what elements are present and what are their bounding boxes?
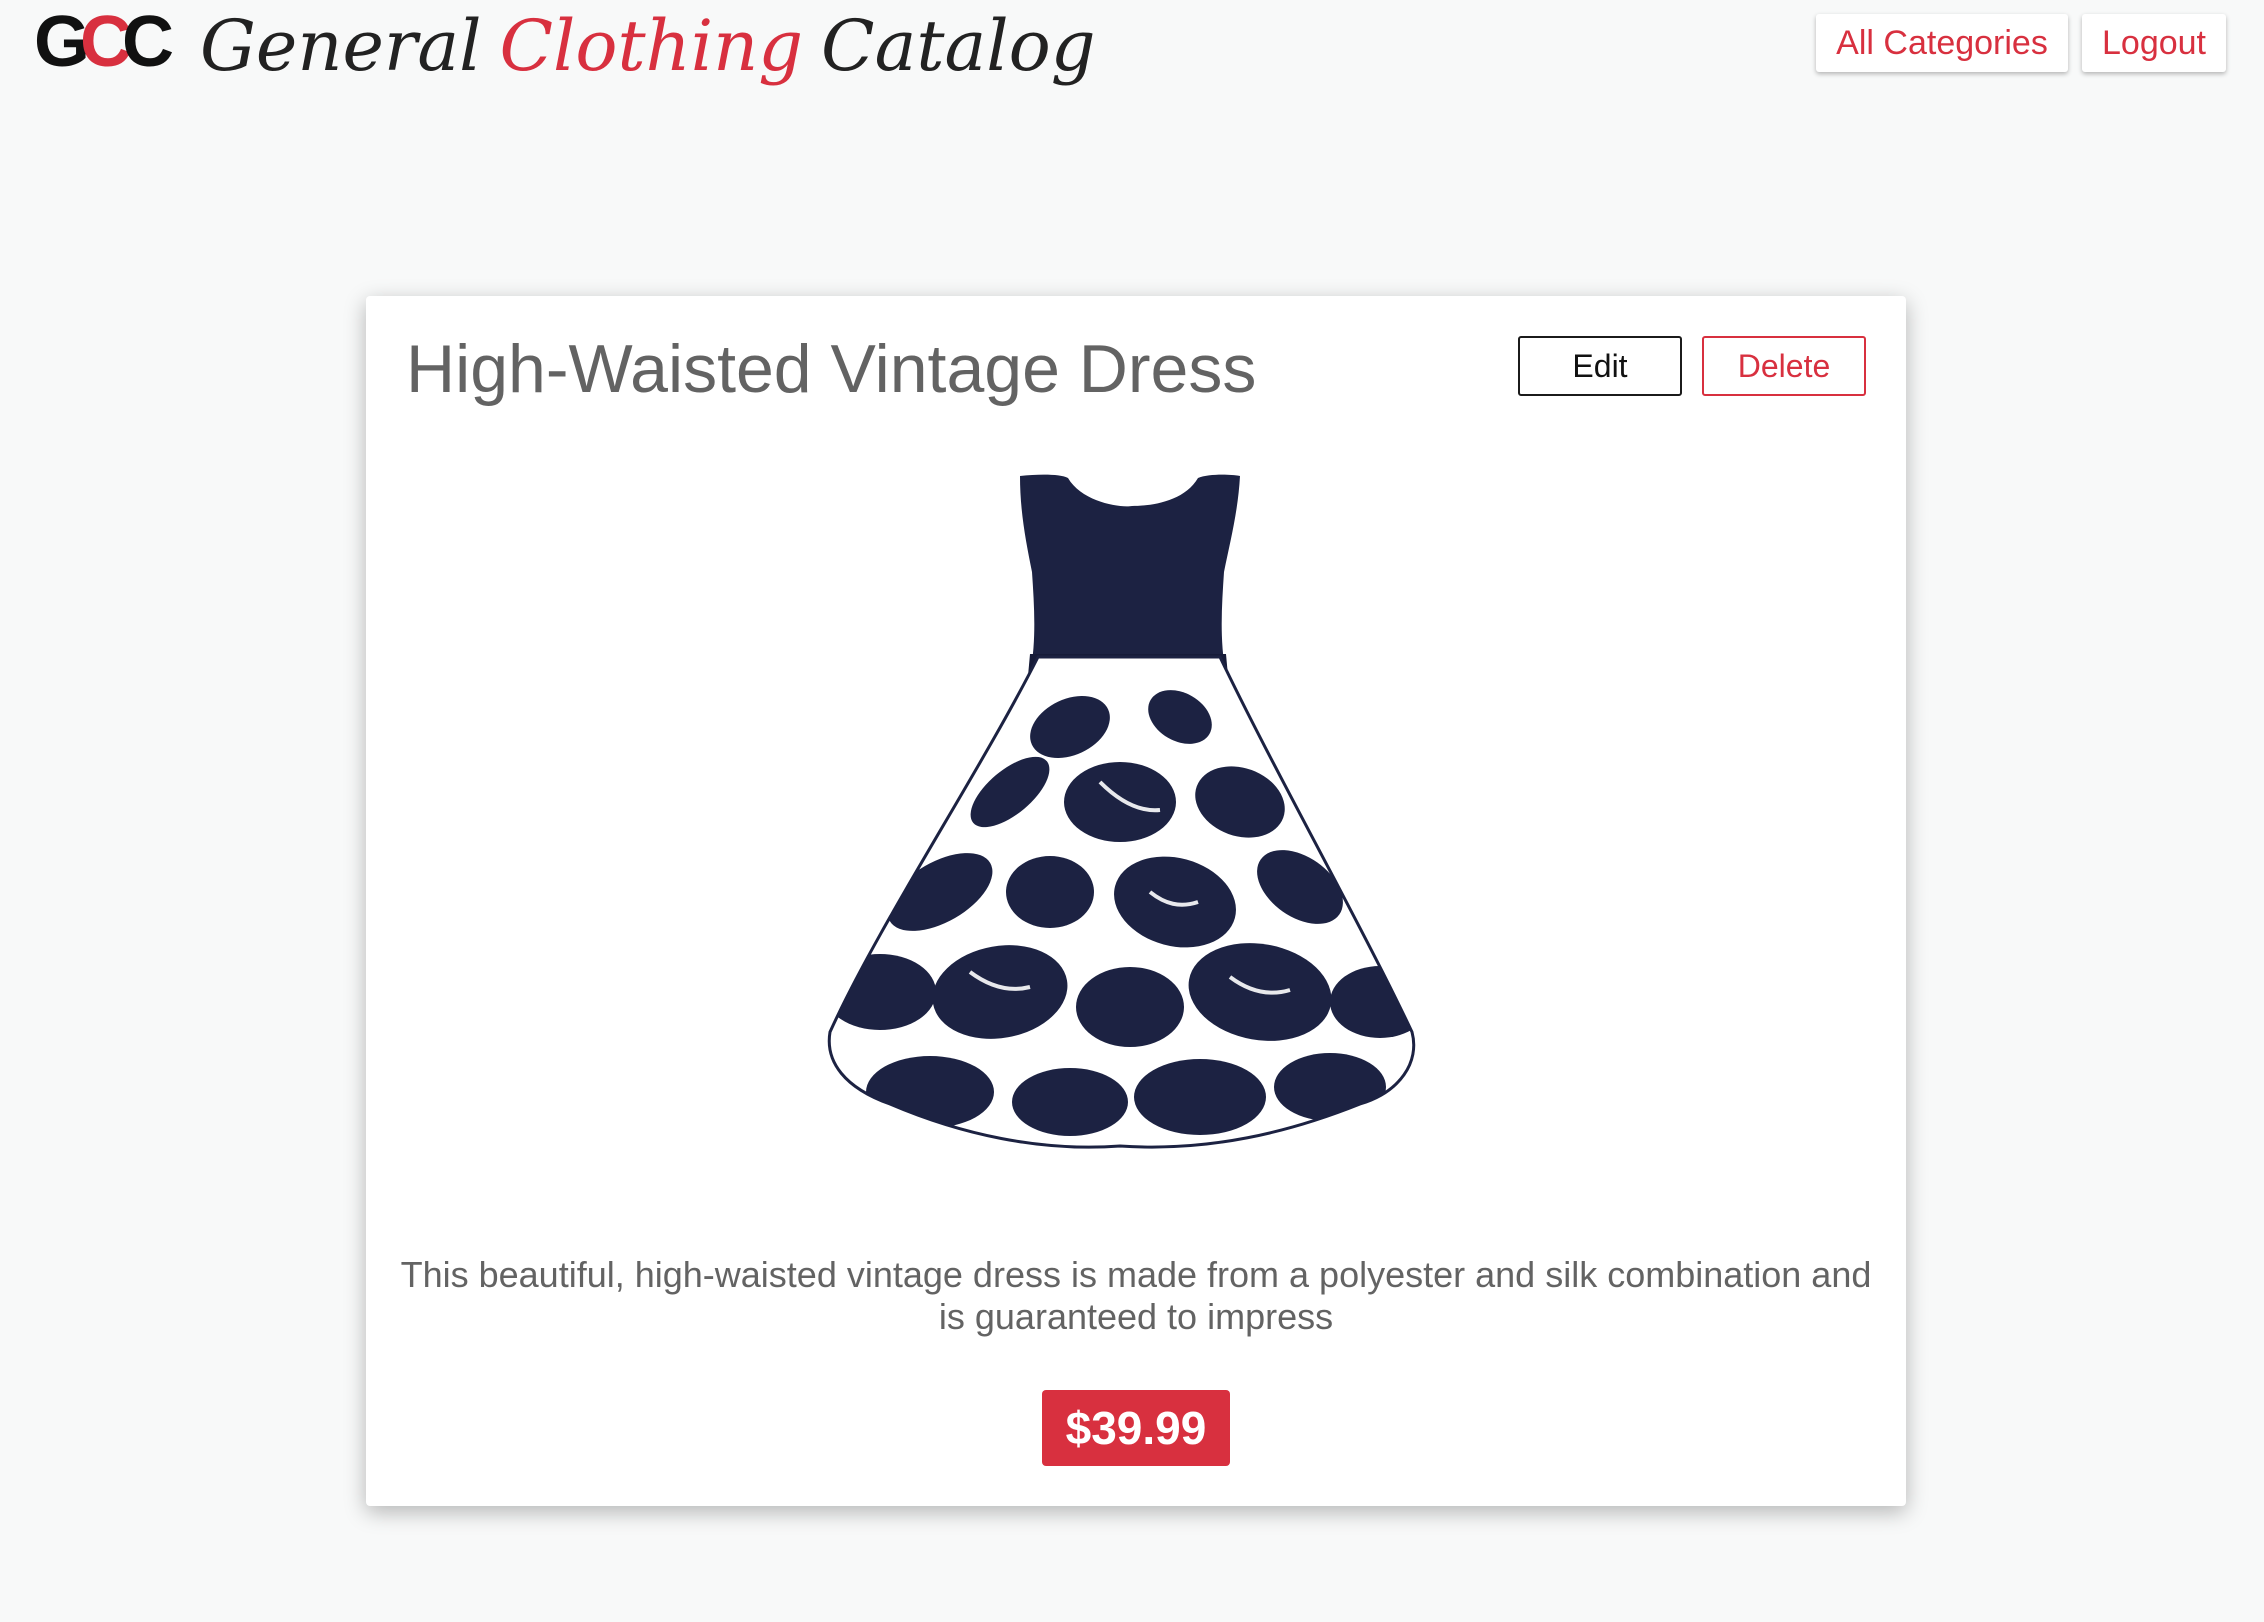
logo-word: Clothing xyxy=(499,5,804,87)
logo-mark-letter: C xyxy=(122,2,174,82)
price-badge: $39.99 xyxy=(1042,1390,1230,1466)
all-categories-button[interactable]: All Categories xyxy=(1816,14,2068,72)
product-description: This beautiful, high-waisted vintage dre… xyxy=(400,1254,1872,1337)
logo-word: General xyxy=(200,5,482,87)
product-image xyxy=(820,472,1450,1162)
product-card: High-Waisted Vintage Dress Edit Delete T… xyxy=(366,296,1906,1506)
logout-button[interactable]: Logout xyxy=(2082,14,2226,72)
brand-logo[interactable]: GCC General Clothing Catalog xyxy=(34,0,1096,96)
logo-mark: GCC xyxy=(34,6,174,78)
logo-wordmark: General Clothing Catalog xyxy=(200,11,1096,81)
product-title: High-Waisted Vintage Dress xyxy=(406,331,1257,407)
logo-word: Catalog xyxy=(821,5,1096,87)
logo-mark-letter: G xyxy=(34,2,90,82)
logo-mark-letter: C xyxy=(80,2,132,82)
delete-button[interactable]: Delete xyxy=(1702,336,1866,396)
edit-button[interactable]: Edit xyxy=(1518,336,1682,396)
